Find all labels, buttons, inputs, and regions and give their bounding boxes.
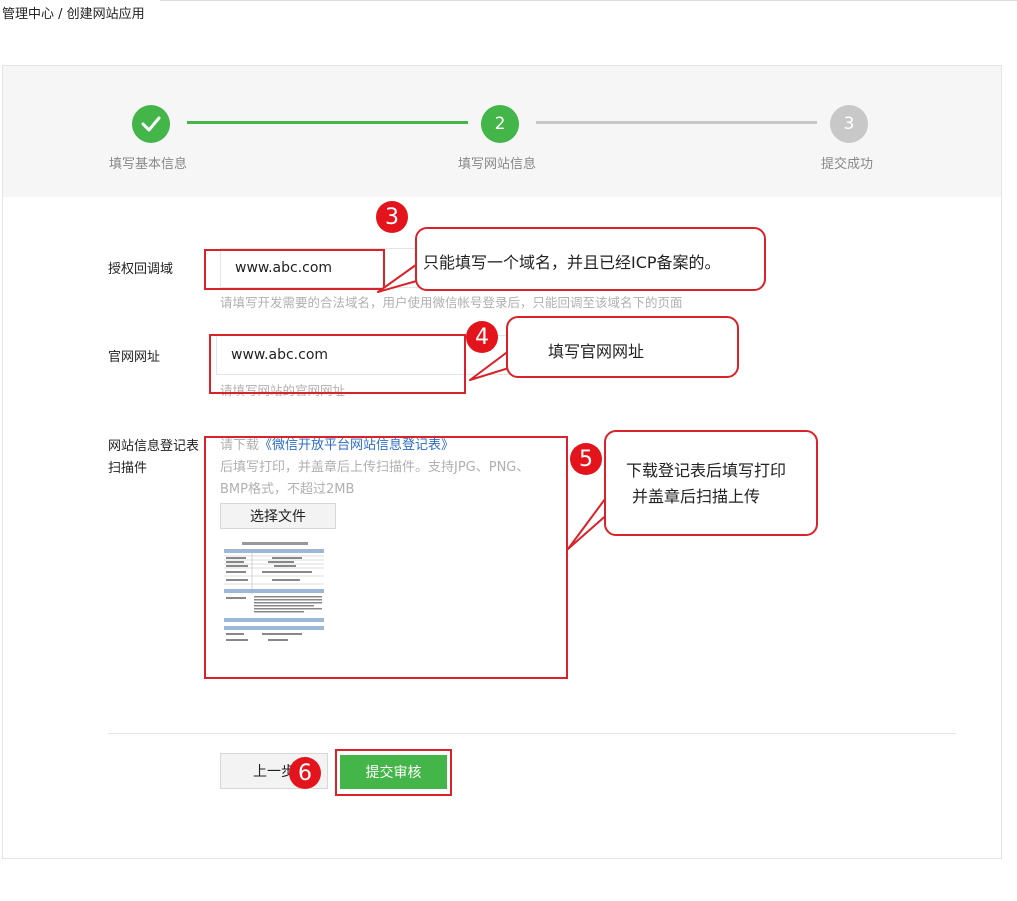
callout-domain-note: 只能填写一个域名，并且已经ICP备案的。	[415, 227, 766, 291]
callout-upload-line2: 并盖章后扫描上传	[632, 487, 761, 506]
annotation-badge-3: 3	[376, 201, 408, 233]
callout-website-note: 填写官网网址	[506, 316, 739, 378]
callout-upload-line1: 下载登记表后填写打印	[626, 461, 787, 480]
annotation-badge-6: 6	[289, 757, 321, 789]
callout-pointers	[377, 261, 611, 550]
callout-upload-note: 下载登记表后填写打印 并盖章后扫描上传	[604, 430, 818, 536]
callout-website-text: 填写官网网址	[548, 342, 645, 361]
annotation-badge-4: 4	[466, 321, 498, 353]
annotation-badge-5: 5	[570, 443, 602, 475]
